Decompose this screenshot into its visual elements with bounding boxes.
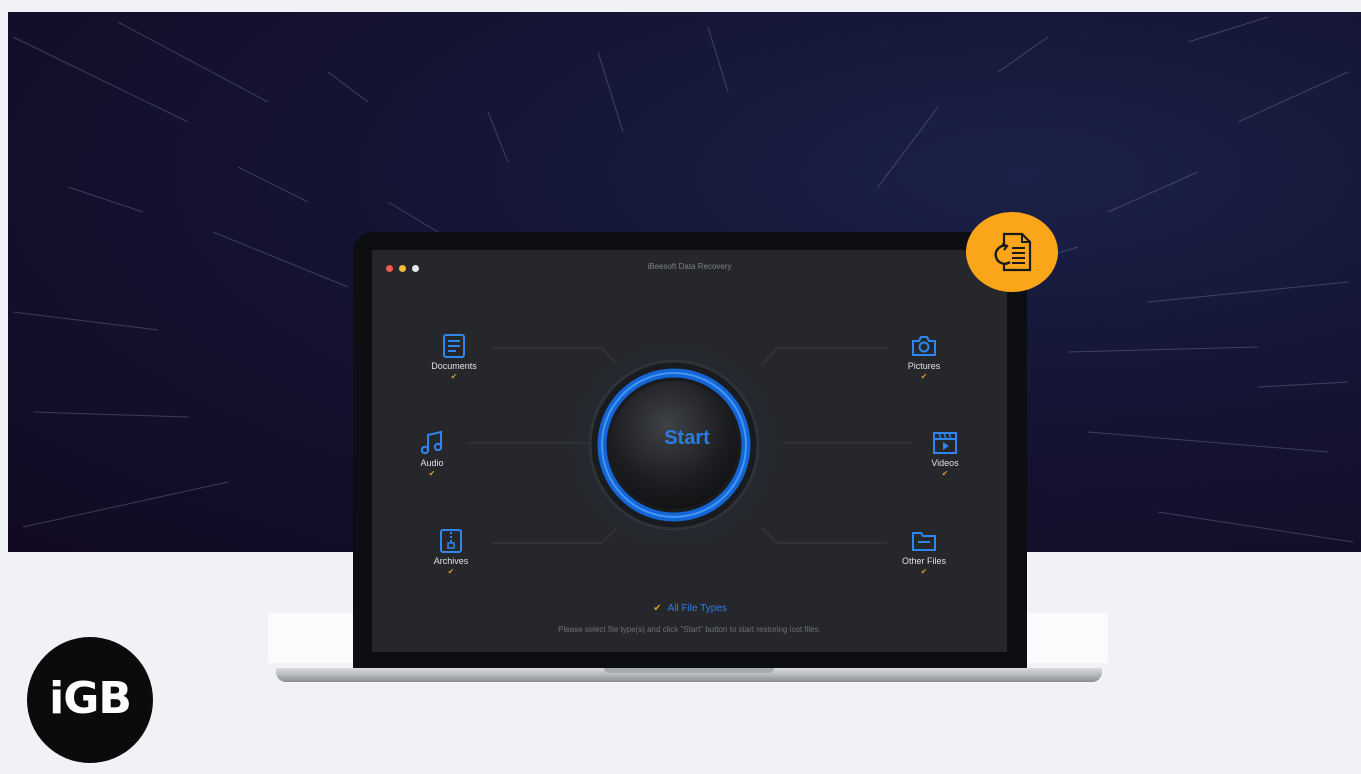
camera-icon [912, 336, 936, 356]
hint-text: Please select file type(s) and click "St… [558, 625, 821, 634]
category-label: Videos [931, 458, 959, 468]
category-archives[interactable]: Archives ✔ [391, 528, 511, 576]
category-label: Audio [420, 458, 444, 468]
laptop-notch [604, 668, 774, 673]
check-icon: ✔ [447, 567, 455, 576]
category-label: Documents [431, 361, 477, 371]
all-file-types-checkbox[interactable]: ✔ All File Types [520, 603, 860, 614]
category-pictures[interactable]: Pictures ✔ [864, 333, 984, 381]
archive-zip-icon [440, 529, 462, 553]
category-other-files[interactable]: Other Files ✔ [864, 528, 984, 576]
music-note-icon [420, 430, 443, 455]
check-icon: ✔ [920, 372, 928, 381]
category-audio[interactable]: Audio ✔ [372, 430, 492, 478]
file-restore-badge [966, 212, 1058, 292]
check-icon: ✔ [428, 469, 436, 478]
file-restore-icon [994, 232, 1032, 272]
category-label: Archives [433, 556, 469, 566]
start-button[interactable]: Start [612, 427, 762, 450]
check-icon: ✔ [941, 469, 949, 478]
igb-logo-text: iGB [49, 673, 132, 724]
category-label: Other Files [901, 556, 946, 566]
document-icon [443, 334, 465, 358]
video-clapper-icon [933, 432, 957, 454]
igb-logo: iGB [27, 637, 153, 763]
category-label: Pictures [907, 361, 941, 371]
check-icon: ✔ [450, 372, 458, 381]
app-title: iBeesoft Data Recovery [647, 262, 732, 271]
category-documents[interactable]: Documents ✔ [394, 333, 514, 381]
folder-icon [912, 532, 936, 551]
check-icon: ✔ [920, 567, 928, 576]
category-videos[interactable]: Videos ✔ [885, 430, 1005, 478]
check-icon: ✔ [653, 603, 662, 614]
all-file-types-label: All File Types [667, 603, 727, 614]
